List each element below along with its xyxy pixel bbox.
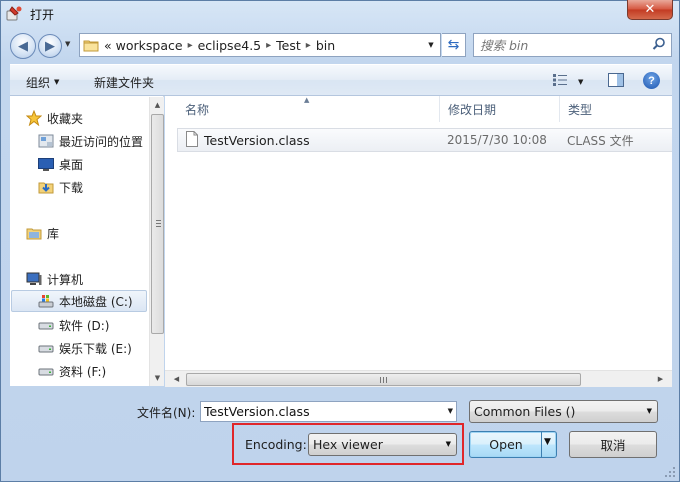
nav-item-label: 收藏夹 bbox=[47, 111, 84, 126]
address-history-dropdown[interactable]: ▼ bbox=[422, 34, 440, 56]
drive-icon bbox=[38, 340, 54, 356]
column-header-name[interactable]: 名称 bbox=[177, 96, 440, 122]
scroll-up-icon[interactable]: ▲ bbox=[150, 97, 165, 113]
breadcrumb-separator-icon[interactable]: ▸ bbox=[303, 40, 314, 51]
open-options-dropdown[interactable]: ▼ bbox=[544, 437, 551, 447]
nav-item-computer[interactable]: 计算机 bbox=[26, 268, 163, 290]
star-icon bbox=[26, 110, 42, 126]
file-date-modified: 2015/7/30 10:08 bbox=[447, 133, 547, 147]
nav-item-label: 最近访问的位置 bbox=[59, 134, 144, 149]
chevron-down-icon: ▼ bbox=[646, 407, 652, 415]
drive-icon bbox=[38, 317, 54, 333]
column-header-type[interactable]: 类型 bbox=[560, 96, 672, 122]
breadcrumb-separator-icon[interactable]: ▸ bbox=[185, 40, 196, 51]
file-name: TestVersion.class bbox=[204, 132, 310, 148]
column-header-date-modified[interactable]: 修改日期 bbox=[440, 96, 560, 122]
open-button[interactable]: Open ▼ bbox=[469, 431, 557, 458]
desktop-icon bbox=[38, 156, 54, 172]
recent-locations-dropdown[interactable]: ▼ bbox=[65, 40, 70, 48]
nav-item-label: 桌面 bbox=[59, 157, 84, 172]
filename-label: 文件名(N): bbox=[137, 406, 196, 420]
nav-item-label: 软件 (D:) bbox=[59, 318, 110, 333]
folder-icon bbox=[80, 34, 102, 56]
app-icon bbox=[6, 5, 24, 21]
computer-icon bbox=[26, 271, 42, 287]
scroll-down-icon[interactable]: ▼ bbox=[150, 370, 165, 386]
drive-icon bbox=[38, 363, 54, 379]
nav-item-label: 库 bbox=[47, 226, 60, 241]
address-bar[interactable]: « workspace ▸ eclipse4.5 ▸ Test ▸ bin ▼ bbox=[79, 33, 441, 57]
organize-button[interactable]: 组织 bbox=[26, 74, 50, 91]
breadcrumb-item[interactable]: bin bbox=[314, 38, 337, 53]
forward-button[interactable]: ▶ bbox=[38, 34, 62, 58]
search-box[interactable] bbox=[473, 33, 672, 57]
nav-item-favorites[interactable]: 收藏夹 bbox=[26, 107, 163, 129]
file-list: ▲ 名称 修改日期 类型 TestVersion.class 2015/7/30… bbox=[165, 96, 672, 386]
back-button[interactable]: ◀ bbox=[10, 33, 36, 59]
command-bar: 组织 ▼ 新建文件夹 ▼ ? bbox=[10, 64, 672, 96]
split-divider bbox=[541, 432, 542, 457]
scrollbar-thumb[interactable] bbox=[151, 114, 164, 334]
nav-item-label: 娱乐下载 (E:) bbox=[59, 341, 132, 356]
file-type: CLASS 文件 bbox=[567, 133, 634, 148]
refresh-icon: ⇆ bbox=[447, 37, 460, 53]
search-input[interactable] bbox=[480, 37, 650, 53]
search-icon[interactable] bbox=[652, 37, 666, 54]
nav-item-label: 本地磁盘 (C:) bbox=[59, 294, 133, 309]
nav-item-libraries[interactable]: 库 bbox=[26, 222, 163, 244]
file-icon bbox=[186, 130, 198, 150]
downloads-icon bbox=[38, 179, 54, 195]
column-header-label: 类型 bbox=[568, 102, 593, 117]
filter-value: Common Files () bbox=[474, 404, 576, 419]
address-overflow[interactable]: « bbox=[102, 38, 114, 53]
cancel-button-label: 取消 bbox=[600, 438, 626, 453]
resize-grip-icon[interactable] bbox=[664, 466, 676, 478]
new-folder-button[interactable]: 新建文件夹 bbox=[94, 74, 154, 91]
nav-item-label: 资料 (F:) bbox=[59, 364, 107, 379]
arrow-right-icon: ▶ bbox=[45, 38, 55, 54]
grip-icon bbox=[156, 220, 161, 227]
column-header-label: 修改日期 bbox=[448, 102, 497, 117]
breadcrumb-item[interactable]: Test bbox=[274, 38, 303, 53]
scroll-right-icon[interactable]: ▶ bbox=[652, 371, 669, 387]
filename-input[interactable] bbox=[204, 404, 434, 419]
arrow-left-icon: ◀ bbox=[18, 38, 28, 54]
grip-icon bbox=[380, 377, 387, 383]
chevron-down-icon[interactable]: ▼ bbox=[448, 407, 453, 415]
close-button[interactable]: ✕ bbox=[627, 0, 673, 20]
cancel-button[interactable]: 取消 bbox=[569, 431, 657, 458]
navigation-pane: 收藏夹 最近访问的位置 桌面 下载 库 计算机 本地磁盘 (C:) 软件 (D:… bbox=[10, 96, 164, 386]
view-options-dropdown[interactable]: ▼ bbox=[578, 78, 583, 86]
column-header-label: 名称 bbox=[185, 102, 210, 117]
windows-drive-icon bbox=[38, 293, 54, 309]
nav-item-label: 下载 bbox=[59, 180, 84, 195]
file-row[interactable]: TestVersion.class 2015/7/30 10:08 CLASS … bbox=[177, 128, 672, 152]
nav-pane-scrollbar[interactable]: ▲ ▼ bbox=[149, 97, 164, 386]
close-icon: ✕ bbox=[644, 2, 656, 17]
annotation-highlight-box bbox=[232, 423, 464, 465]
file-list-scrollbar[interactable]: ◀ ▶ bbox=[165, 370, 672, 387]
scroll-left-icon[interactable]: ◀ bbox=[168, 371, 185, 387]
change-view-icon[interactable] bbox=[552, 73, 568, 90]
open-button-label: Open bbox=[489, 437, 523, 452]
window-title: 打开 bbox=[30, 8, 55, 22]
nav-item-drive-c[interactable]: 本地磁盘 (C:) bbox=[11, 290, 147, 312]
chevron-down-icon[interactable]: ▼ bbox=[54, 78, 59, 86]
nav-item-label: 计算机 bbox=[47, 272, 84, 287]
breadcrumb-separator-icon[interactable]: ▸ bbox=[263, 40, 274, 51]
file-type-filter[interactable]: Common Files () ▼ bbox=[469, 400, 658, 423]
breadcrumb-item[interactable]: workspace bbox=[114, 38, 185, 53]
preview-pane-icon[interactable] bbox=[608, 73, 624, 90]
breadcrumb-item[interactable]: eclipse4.5 bbox=[196, 38, 264, 53]
scrollbar-thumb[interactable] bbox=[186, 373, 581, 386]
recent-places-icon bbox=[38, 133, 54, 149]
refresh-button[interactable]: ⇆ bbox=[442, 33, 466, 57]
help-icon[interactable]: ? bbox=[643, 72, 660, 89]
filename-field[interactable]: ▼ bbox=[200, 401, 457, 422]
library-icon bbox=[26, 225, 42, 241]
